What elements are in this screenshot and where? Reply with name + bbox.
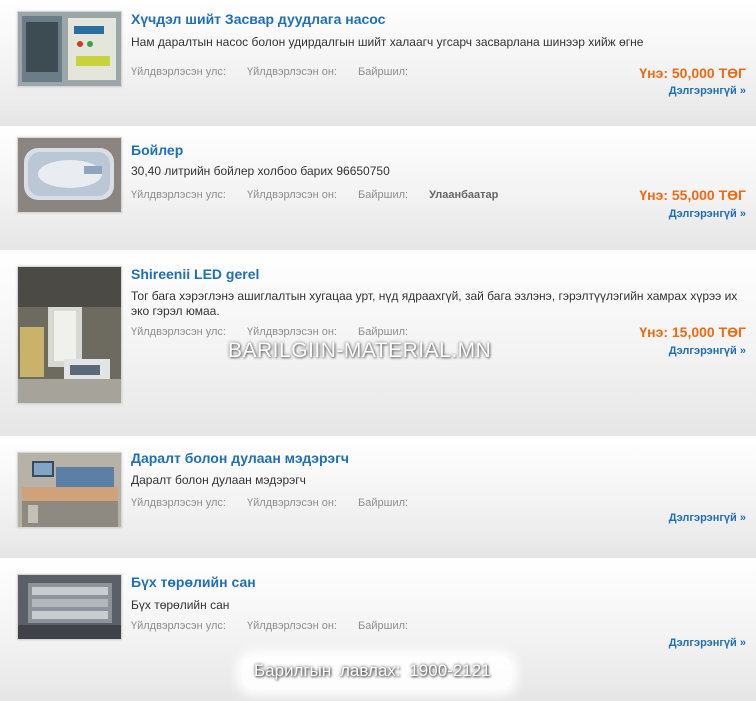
listing-meta: Үйлдвэрлэсэн улс: Үйлдвэрлэсэн он: Байрш… — [131, 326, 426, 338]
led-light-image — [18, 267, 121, 403]
meta-year-label: Үйлдвэрлэсэн он: — [247, 189, 337, 201]
listing-thumbnail[interactable] — [17, 137, 122, 213]
listing-meta: Үйлдвэрлэсэн улс: Үйлдвэрлэсэн он: Байрш… — [131, 497, 426, 509]
meta-location-label: Байршил: — [358, 326, 409, 338]
meta-country-label: Үйлдвэрлэсэн улс: — [131, 620, 226, 632]
listing-title[interactable]: Бүх төрөлийн сан — [131, 574, 256, 590]
listing-description: Нам даралтын насос болон удирдалгын шийт… — [131, 35, 644, 49]
sensor-console-image — [18, 453, 121, 527]
listing-meta: Үйлдвэрлэсэн улс: Үйлдвэрлэсэн он: Байрш… — [131, 620, 426, 632]
footer-phone: Барилгын лавлах: 1900-2121 — [254, 661, 491, 680]
control-panel-image — [18, 12, 121, 86]
listing-title[interactable]: Даралт болон дулаан мэдэрэгч — [131, 450, 349, 466]
site-watermark: BARILGIIN-MATERIAL.MN — [228, 339, 492, 362]
meta-location-value: Улаанбаатар — [429, 189, 499, 201]
details-link[interactable]: Дэлгэрэнгүй » — [669, 637, 746, 649]
meta-location-label: Байршил: — [358, 189, 409, 201]
details-link[interactable]: Дэлгэрэнгүй » — [669, 208, 746, 220]
meta-location-label: Байршил: — [358, 66, 409, 78]
listing-thumbnail[interactable] — [17, 11, 122, 87]
listing-description: Бүх төрөлийн сан — [131, 598, 230, 612]
listing-title[interactable]: Хүчдэл шийт Засвар дуудлага насос — [131, 11, 385, 27]
listing-item: Даралт болон дулаан мэдэрэгч Даралт боло… — [0, 436, 756, 558]
boiler-image — [18, 138, 121, 212]
meta-year-label: Үйлдвэрлэсэн он: — [247, 620, 337, 632]
listing-item: Бойлер 30,40 литрийн бойлер холбоо барих… — [0, 126, 756, 250]
listing-thumbnail[interactable] — [17, 452, 122, 528]
listing-price: Үнэ: 50,000 ТӨГ — [639, 65, 746, 81]
listing-item: Хүчдэл шийт Засвар дуудлага насос Нам да… — [0, 0, 756, 126]
listing-description: 30,40 литрийн бойлер холбоо барих 966507… — [131, 164, 390, 178]
listing-title[interactable]: Shireenii LED gerel — [131, 266, 259, 282]
warehouse-image — [18, 575, 121, 639]
meta-year-label: Үйлдвэрлэсэн он: — [247, 66, 337, 78]
meta-country-label: Үйлдвэрлэсэн улс: — [131, 497, 226, 509]
meta-year-label: Үйлдвэрлэсэн он: — [247, 326, 337, 338]
listing-description: Даралт болон дулаан мэдэрэгч — [131, 473, 306, 487]
meta-location-label: Байршил: — [358, 620, 409, 632]
listing-thumbnail[interactable] — [17, 574, 122, 640]
listing-price: Үнэ: 15,000 ТӨГ — [639, 324, 746, 340]
listing-price: Үнэ: 55,000 ТӨГ — [639, 187, 746, 203]
details-link[interactable]: Дэлгэрэнгүй » — [669, 85, 746, 97]
listing-meta: Үйлдвэрлэсэн улс: Үйлдвэрлэсэн он: Байрш… — [131, 189, 498, 201]
listing-meta: Үйлдвэрлэсэн улс: Үйлдвэрлэсэн он: Байрш… — [131, 66, 426, 78]
meta-year-label: Үйлдвэрлэсэн он: — [247, 497, 337, 509]
meta-country-label: Үйлдвэрлэсэн улс: — [131, 326, 226, 338]
details-link[interactable]: Дэлгэрэнгүй » — [669, 345, 746, 357]
meta-country-label: Үйлдвэрлэсэн улс: — [131, 66, 226, 78]
details-link[interactable]: Дэлгэрэнгүй » — [669, 512, 746, 524]
listing-thumbnail[interactable] — [17, 266, 122, 404]
meta-country-label: Үйлдвэрлэсэн улс: — [131, 189, 226, 201]
listing-title[interactable]: Бойлер — [131, 142, 183, 158]
listing-description: Тог бага хэрэглэнэ ашиглалтын хугацаа ур… — [131, 289, 738, 318]
meta-location-label: Байршил: — [358, 497, 409, 509]
